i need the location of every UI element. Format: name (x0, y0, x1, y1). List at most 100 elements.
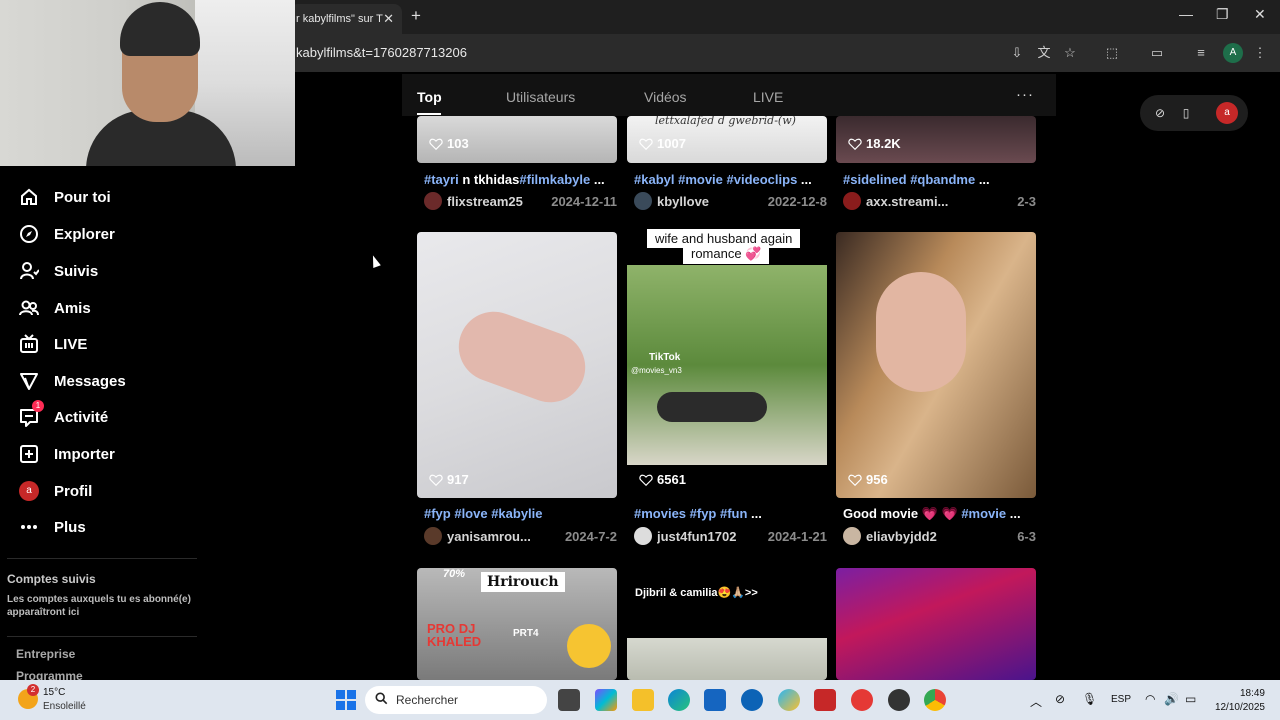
tab-live[interactable]: LIVE (753, 89, 783, 105)
video-card[interactable]: 70% Hrirouch PRT4 PRO DJ KHALED (417, 568, 617, 680)
compass-icon (18, 223, 40, 245)
app-icon[interactable] (778, 689, 800, 711)
video-card[interactable] (836, 568, 1036, 680)
video-card[interactable]: TikTok @movies_vn3 wife and husband agai… (627, 229, 827, 552)
tab-videos[interactable]: Vidéos (644, 89, 687, 105)
avatar[interactable] (843, 527, 861, 545)
avatar[interactable] (634, 192, 652, 210)
sidebar-item-plus[interactable]: Plus (18, 515, 86, 539)
video-thumbnail[interactable] (417, 232, 617, 498)
footer-link-entreprise[interactable]: Entreprise (16, 647, 75, 661)
avatar[interactable] (843, 192, 861, 210)
username[interactable]: just4fun1702 (657, 529, 768, 544)
close-tab-icon[interactable]: ✕ (383, 11, 394, 27)
restore-icon[interactable]: ❐ (1216, 6, 1229, 23)
sidebar-item-live[interactable]: LIVE (18, 332, 87, 356)
sidebar-item-importer[interactable]: Importer (18, 442, 115, 466)
video-caption[interactable]: #tayri n tkhidas#filmkabyle ... (424, 172, 605, 187)
video-thumbnail[interactable] (836, 568, 1036, 680)
chrome-icon[interactable] (924, 689, 946, 711)
video-thumbnail[interactable]: 70% Hrirouch PRT4 PRO DJ KHALED (417, 568, 617, 680)
minimize-icon[interactable]: — (1179, 6, 1193, 22)
hp-icon[interactable] (741, 689, 763, 711)
video-card[interactable]: lettxalafed d gwebrid-(w) 1007 #kabyl #m… (627, 116, 827, 216)
app-icon[interactable] (888, 689, 910, 711)
username[interactable]: flixstream25 (447, 194, 551, 209)
sidebar-item-profil[interactable]: a Profil (18, 479, 92, 503)
username[interactable]: axx.streami... (866, 194, 1017, 209)
video-caption[interactable]: #kabyl #movie #videoclips ... (634, 172, 812, 187)
sidebar-item-amis[interactable]: Amis (18, 296, 91, 320)
video-caption[interactable]: #movies #fyp #fun ... (634, 506, 762, 521)
coin-icon[interactable]: ⊘ (1152, 105, 1168, 121)
avatar[interactable] (424, 527, 442, 545)
reading-list-icon[interactable]: ≡ (1192, 44, 1210, 62)
avatar[interactable] (634, 527, 652, 545)
video-card[interactable]: 956 Good movie 💗 💗 #movie ... eliavbyjdd… (836, 232, 1036, 552)
tray-chevron-icon[interactable]: ︿ (1030, 693, 1042, 710)
windows-start-icon[interactable] (336, 690, 356, 710)
wifi-icon[interactable]: ◠ (1145, 692, 1155, 706)
browser-profile-icon[interactable]: A (1223, 43, 1243, 63)
video-thumbnail[interactable]: Djibril & camilia😍🙏🏼>> (627, 568, 827, 680)
task-view-icon[interactable] (558, 689, 580, 711)
video-card[interactable]: 103 #tayri n tkhidas#filmkabyle ... flix… (417, 116, 617, 216)
hashtag[interactable]: #tayri (424, 172, 459, 187)
battery-icon[interactable]: ▭ (1185, 692, 1196, 706)
sidebar-item-suivis[interactable]: Suivis (18, 259, 98, 283)
sidebar-item-messages[interactable]: Messages (18, 369, 126, 393)
video-thumbnail[interactable] (836, 232, 1036, 498)
hashtag[interactable]: #filmkabyle (519, 172, 590, 187)
keyboard-language[interactable]: ESP (1111, 694, 1131, 705)
copilot-icon[interactable] (595, 689, 617, 711)
username[interactable]: eliavbyjdd2 (866, 529, 1017, 544)
extensions-icon[interactable]: ⬚ (1103, 44, 1121, 62)
video-caption[interactable]: #sidelined #qbandme ... (843, 172, 990, 187)
bookmark-star-icon[interactable]: ☆ (1061, 44, 1079, 62)
sidebar-item-pour-toi[interactable]: Pour toi (18, 185, 111, 209)
system-clock[interactable]: 18:49 12/10/2025 (1205, 687, 1265, 715)
window-close-icon[interactable]: ✕ (1254, 6, 1266, 23)
hashtag[interactable]: #sidelined #qbandme (843, 172, 975, 187)
tab-utilisateurs[interactable]: Utilisateurs (506, 89, 575, 105)
more-options-icon[interactable]: ··· (1016, 86, 1034, 103)
video-caption[interactable]: Good movie 💗 💗 #movie ... (843, 506, 1021, 522)
url-text[interactable]: kabylfilms&t=1760287713206 (296, 45, 467, 60)
sidebar-item-explorer[interactable]: Explorer (18, 222, 115, 246)
network-off-icon[interactable]: ⊘ (1055, 692, 1065, 706)
hashtag[interactable]: #movies #fyp #fun (634, 506, 747, 521)
taskbar-search[interactable]: Rechercher (365, 686, 547, 714)
mcafee-icon[interactable] (814, 689, 836, 711)
menu-dots-icon[interactable]: ⋮ (1251, 44, 1269, 62)
weather-condition[interactable]: Ensoleillé (43, 701, 86, 712)
volume-icon[interactable]: 🔊 (1164, 692, 1179, 706)
thumbnail-overlay-text: romance 💞 (683, 244, 770, 264)
install-app-icon[interactable]: ⇩ (1008, 44, 1026, 62)
split-view-icon[interactable]: ▭ (1148, 44, 1166, 62)
microsoft-store-icon[interactable] (704, 689, 726, 711)
video-caption[interactable]: #fyp #love #kabylie (424, 506, 543, 521)
video-card[interactable]: 18.2K #sidelined #qbandme ... axx.stream… (836, 116, 1036, 216)
translate-icon[interactable]: 文 (1035, 44, 1053, 62)
thumbnail-hands-shape (448, 301, 596, 413)
weather-temperature[interactable]: 15°C (43, 687, 65, 698)
avatar[interactable] (424, 192, 442, 210)
edge-browser-icon[interactable] (668, 689, 690, 711)
sidebar-item-activite[interactable]: 1 Activité (18, 400, 108, 429)
hashtag[interactable]: #kabyl #movie #videoclips (634, 172, 797, 187)
user-avatar[interactable]: a (1216, 102, 1238, 124)
phone-icon[interactable]: ▯ (1178, 105, 1194, 121)
video-thumbnail[interactable]: TikTok @movies_vn3 (627, 232, 827, 498)
file-explorer-icon[interactable] (632, 689, 654, 711)
browser-tab[interactable]: r kabylfilms" sur T ✕ (290, 4, 402, 34)
video-card[interactable]: Djibril & camilia😍🙏🏼>> (627, 568, 827, 680)
new-tab-icon[interactable]: + (411, 6, 421, 26)
microphone-icon[interactable]: 🎙 (1082, 692, 1097, 706)
username[interactable]: kbyllove (657, 194, 768, 209)
hashtag[interactable]: #fyp #love #kabylie (424, 506, 543, 521)
tab-top[interactable]: Top (417, 89, 442, 105)
username[interactable]: yanisamrou... (447, 529, 565, 544)
hashtag[interactable]: #movie (961, 506, 1006, 521)
opera-icon[interactable] (851, 689, 873, 711)
video-card[interactable]: 917 #fyp #love #kabylie yanisamrou... 20… (417, 232, 617, 552)
